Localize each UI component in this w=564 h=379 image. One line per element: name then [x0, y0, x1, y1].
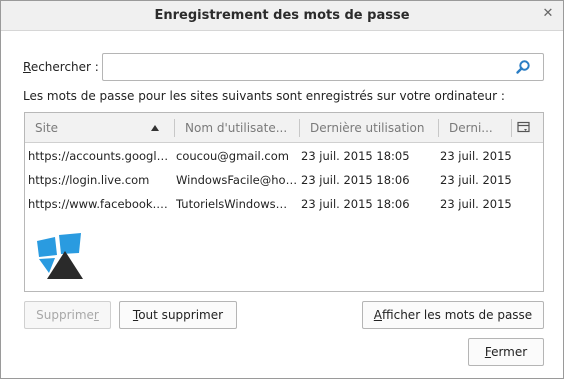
table-row[interactable]: https://login.live.com WindowsFacile@hot…: [25, 168, 543, 192]
cell-last-changed: 23 juil. 2015: [440, 197, 512, 211]
show-passwords-button[interactable]: Afficher les mots de passe: [362, 301, 544, 329]
cell-last-changed: 23 juil. 2015: [440, 149, 512, 163]
password-manager-dialog: Enregistrement des mots de passe ✕ Reche…: [0, 0, 564, 379]
dialog-title: Enregistrement des mots de passe: [154, 8, 410, 23]
cell-last-used: 23 juil. 2015 18:06: [301, 197, 410, 211]
column-picker-icon[interactable]: [517, 121, 531, 135]
table-header: Site Nom d'utilisate... Dernière utilisa…: [25, 113, 543, 143]
passwords-table: Site Nom d'utilisate... Dernière utilisa…: [24, 112, 544, 292]
close-icon[interactable]: ✕: [541, 7, 555, 21]
cell-site: https://www.facebook.co...: [28, 197, 170, 211]
close-label: ermer: [491, 345, 528, 359]
close-button[interactable]: Fermer: [468, 338, 544, 366]
show-passwords-label: fficher les mots de passe: [382, 308, 533, 322]
delete-all-button[interactable]: Tout supprimer: [119, 301, 237, 329]
cell-last-used: 23 juil. 2015 18:06: [301, 173, 410, 187]
delete-button[interactable]: Supprimer: [24, 301, 111, 329]
column-header-last-changed[interactable]: Derni...: [439, 113, 511, 143]
watermark-logo-icon: [37, 233, 83, 279]
delete-accesskey: r: [93, 308, 99, 322]
cell-last-changed: 23 juil. 2015: [440, 173, 512, 187]
search-label-text: echercher :: [30, 60, 99, 74]
cell-username: WindowsFacile@hot...: [176, 173, 298, 187]
cell-username: coucou@gmail.com: [176, 149, 289, 163]
title-bar: Enregistrement des mots de passe ✕: [1, 1, 563, 31]
delete-all-label: out supprimer: [138, 308, 224, 322]
saved-sites-info: Les mots de passe pour les sites suivant…: [23, 89, 505, 103]
cell-last-used: 23 juil. 2015 18:05: [301, 149, 410, 163]
column-header-last-used[interactable]: Dernière utilisation: [300, 113, 435, 143]
show-passwords-accesskey: A: [373, 308, 382, 322]
table-row[interactable]: https://accounts.google.... coucou@gmail…: [25, 144, 543, 168]
cell-site: https://accounts.google....: [28, 149, 170, 163]
search-icon[interactable]: [515, 59, 531, 75]
search-input[interactable]: [102, 53, 544, 81]
search-label: Rechercher :: [23, 60, 99, 74]
sort-ascending-icon: [151, 125, 159, 131]
delete-label-pre: Supprime: [36, 308, 94, 322]
cell-username: TutorielsWindows@...: [176, 197, 298, 211]
cell-site: https://login.live.com: [28, 173, 150, 187]
search-label-accesskey: R: [23, 60, 31, 74]
column-separator: [511, 119, 512, 137]
column-header-username[interactable]: Nom d'utilisate...: [175, 113, 297, 143]
table-row[interactable]: https://www.facebook.co... TutorielsWind…: [25, 192, 543, 216]
